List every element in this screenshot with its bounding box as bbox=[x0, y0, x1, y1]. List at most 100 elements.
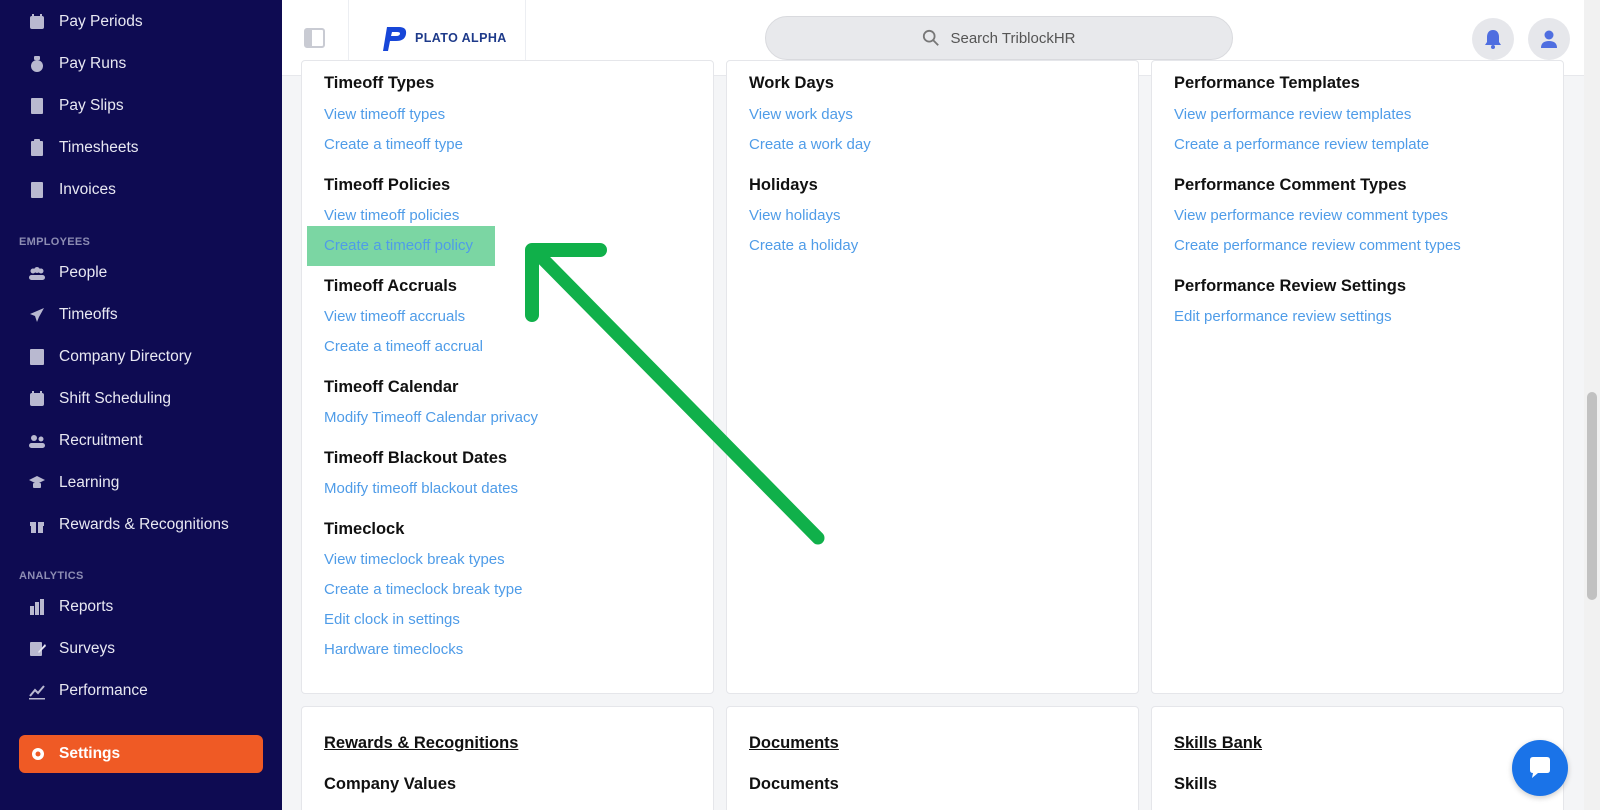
card-title-link[interactable]: Rewards & Recognitions bbox=[324, 734, 518, 753]
card-title-link[interactable]: Documents bbox=[749, 734, 839, 753]
nav-shift-scheduling[interactable]: Shift Scheduling bbox=[0, 379, 282, 419]
nav-learning[interactable]: Learning bbox=[0, 463, 282, 503]
clipboard-icon bbox=[28, 139, 46, 157]
link-view-timeoff-types[interactable]: View timeoff types bbox=[324, 106, 445, 123]
card-title-link[interactable]: Skills Bank bbox=[1174, 734, 1262, 753]
section-title: Performance Review Settings bbox=[1174, 277, 1406, 295]
link-view-performance-templates[interactable]: View performance review templates bbox=[1174, 106, 1411, 123]
section-label-analytics: ANALYTICS bbox=[19, 570, 84, 582]
receipt-icon bbox=[28, 97, 46, 115]
scrollbar-thumb[interactable] bbox=[1587, 392, 1597, 600]
section-title: Timeoff Types bbox=[324, 74, 435, 92]
nav-label: Pay Periods bbox=[59, 13, 143, 30]
nav-pay-periods[interactable]: Pay Periods bbox=[0, 2, 282, 42]
address-book-icon bbox=[28, 348, 46, 366]
section-title: Holidays bbox=[749, 176, 818, 194]
nav-label: Shift Scheduling bbox=[59, 390, 172, 407]
nav-pay-slips[interactable]: Pay Slips bbox=[0, 86, 282, 126]
link-edit-performance-settings[interactable]: Edit performance review settings bbox=[1174, 308, 1392, 325]
calendar-icon bbox=[28, 390, 46, 408]
card-workdays bbox=[726, 60, 1139, 694]
search-input[interactable]: Search TriblockHR bbox=[765, 16, 1233, 60]
nav-label: Rewards & Recognitions bbox=[59, 516, 229, 533]
nav-label: Invoices bbox=[59, 181, 116, 198]
money-bag-icon bbox=[28, 55, 46, 73]
graduation-cap-icon bbox=[28, 474, 46, 492]
plane-icon bbox=[28, 306, 46, 324]
gift-icon bbox=[28, 516, 46, 534]
bar-chart-icon bbox=[28, 598, 46, 616]
link-view-timeoff-policies[interactable]: View timeoff policies bbox=[324, 207, 459, 224]
sidebar: Pay Periods Pay Runs Pay Slips Timesheet… bbox=[0, 0, 282, 810]
link-view-timeclock-break-types[interactable]: View timeclock break types bbox=[324, 551, 505, 568]
section-title: Skills bbox=[1174, 775, 1218, 793]
link-view-comment-types[interactable]: View performance review comment types bbox=[1174, 207, 1448, 224]
link-view-timeoff-accruals[interactable]: View timeoff accruals bbox=[324, 308, 465, 325]
nav-surveys[interactable]: Surveys bbox=[0, 629, 282, 669]
card-rewards bbox=[301, 706, 714, 810]
link-view-holidays[interactable]: View holidays bbox=[749, 207, 840, 224]
nav-timesheets[interactable]: Timesheets bbox=[0, 128, 282, 168]
settings-button[interactable]: Settings bbox=[19, 735, 263, 773]
chat-button[interactable] bbox=[1512, 740, 1568, 796]
nav-reports[interactable]: Reports bbox=[0, 587, 282, 627]
nav-people[interactable]: People bbox=[0, 253, 282, 293]
link-create-timeclock-break-type[interactable]: Create a timeclock break type bbox=[324, 581, 522, 598]
link-create-timeoff-type[interactable]: Create a timeoff type bbox=[324, 136, 463, 153]
nav-company-directory[interactable]: Company Directory bbox=[0, 337, 282, 377]
link-edit-clock-in-settings[interactable]: Edit clock in settings bbox=[324, 611, 460, 628]
link-modify-timeoff-calendar-privacy[interactable]: Modify Timeoff Calendar privacy bbox=[324, 409, 538, 426]
nav-label: Timesheets bbox=[59, 139, 139, 156]
edit-icon bbox=[28, 640, 46, 658]
chat-bubble-icon bbox=[1530, 757, 1550, 778]
link-view-work-days[interactable]: View work days bbox=[749, 106, 853, 123]
link-modify-blackout-dates[interactable]: Modify timeoff blackout dates bbox=[324, 480, 518, 497]
user-menu-button[interactable] bbox=[1528, 18, 1570, 60]
logo-mark-icon bbox=[383, 27, 407, 51]
sidebar-toggle-icon[interactable] bbox=[304, 28, 325, 48]
link-create-work-day[interactable]: Create a work day bbox=[749, 136, 871, 153]
nav-label: Timeoffs bbox=[59, 306, 118, 323]
line-chart-icon bbox=[28, 682, 46, 700]
section-title: Timeoff Blackout Dates bbox=[324, 449, 508, 467]
section-label-employees: EMPLOYEES bbox=[19, 236, 91, 248]
section-title: Company Values bbox=[324, 775, 457, 793]
link-create-comment-types[interactable]: Create performance review comment types bbox=[1174, 237, 1461, 254]
card-timeoff bbox=[301, 60, 714, 694]
nav-rewards[interactable]: Rewards & Recognitions bbox=[0, 505, 282, 545]
nav-label: Recruitment bbox=[59, 432, 143, 449]
section-title: Timeoff Accruals bbox=[324, 277, 457, 295]
user-icon bbox=[1541, 30, 1557, 48]
link-create-timeoff-accrual[interactable]: Create a timeoff accrual bbox=[324, 338, 483, 355]
link-create-timeoff-policy[interactable]: Create a timeoff policy bbox=[324, 237, 473, 254]
people-icon bbox=[28, 264, 46, 282]
gear-icon bbox=[29, 745, 47, 763]
nav-label: People bbox=[59, 264, 108, 281]
notifications-button[interactable] bbox=[1472, 18, 1514, 60]
invoice-icon bbox=[28, 181, 46, 199]
bell-icon bbox=[1485, 30, 1501, 49]
calendar-icon bbox=[28, 13, 46, 31]
nav-label: Learning bbox=[59, 474, 120, 491]
link-hardware-timeclocks[interactable]: Hardware timeclocks bbox=[324, 641, 463, 658]
settings-label: Settings bbox=[59, 745, 121, 762]
section-title: Performance Comment Types bbox=[1174, 176, 1407, 194]
nav-label: Pay Runs bbox=[59, 55, 127, 72]
card-performance bbox=[1151, 60, 1564, 694]
nav-timeoffs[interactable]: Timeoffs bbox=[0, 295, 282, 335]
card-documents bbox=[726, 706, 1139, 810]
nav-pay-runs[interactable]: Pay Runs bbox=[0, 44, 282, 84]
users-icon bbox=[28, 432, 46, 450]
section-title: Timeoff Policies bbox=[324, 176, 451, 194]
nav-label: Company Directory bbox=[59, 348, 192, 365]
nav-recruitment[interactable]: Recruitment bbox=[0, 421, 282, 461]
link-create-holiday[interactable]: Create a holiday bbox=[749, 237, 858, 254]
section-title: Documents bbox=[749, 775, 839, 793]
link-create-performance-template[interactable]: Create a performance review template bbox=[1174, 136, 1429, 153]
section-title: Timeclock bbox=[324, 520, 405, 538]
nav-performance[interactable]: Performance bbox=[0, 671, 282, 711]
nav-invoices[interactable]: Invoices bbox=[0, 170, 282, 210]
nav-label: Pay Slips bbox=[59, 97, 124, 114]
logo-text: PLATO ALPHA bbox=[415, 31, 507, 45]
nav-label: Reports bbox=[59, 598, 114, 615]
